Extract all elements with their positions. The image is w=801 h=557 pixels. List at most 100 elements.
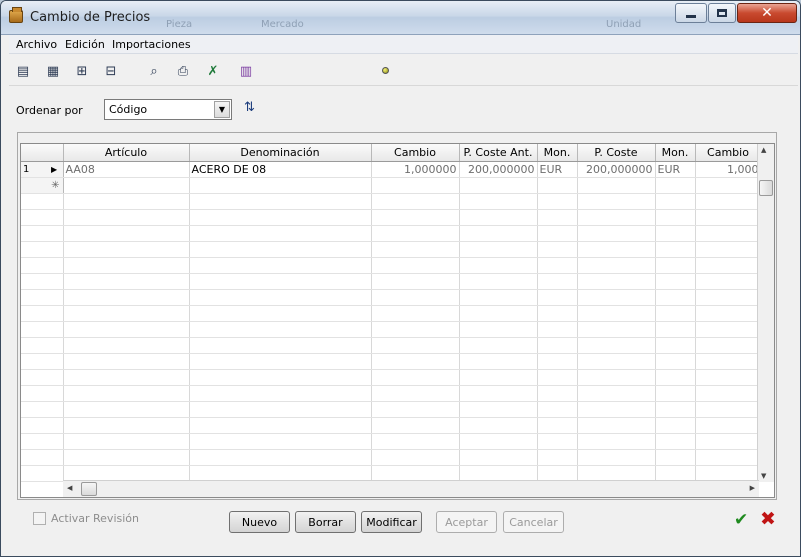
cell-mon[interactable]: EUR [655,161,696,178]
excel-export-icon[interactable]: ✗ [204,62,222,80]
table-row[interactable]: 1 ▶ AA08 ACERO DE 08 1,000000 200,000000 … [21,161,762,178]
empty-cell [537,209,578,226]
empty-cell[interactable] [459,177,538,194]
vertical-scrollbar[interactable]: ▲ ▼ [757,144,774,482]
empty-cell [189,369,372,386]
empty-cell[interactable] [537,177,578,194]
new-row[interactable]: ✳ [21,177,762,194]
empty-cell [459,321,538,338]
column-header[interactable]: P. Coste [577,144,656,162]
sort-select[interactable]: Código ▼ [104,99,232,120]
modificar-button[interactable]: Modificar [361,511,422,533]
empty-cell[interactable] [371,177,460,194]
new-document-icon[interactable]: ▤ [14,62,32,80]
print-preview-icon[interactable]: ⌕ [145,62,163,80]
empty-cell [189,465,372,482]
revision-checkbox[interactable] [33,512,46,525]
menu-archivo[interactable]: Archivo [16,38,57,51]
empty-row [21,369,762,386]
empty-cell[interactable] [63,177,190,194]
cell-mon-ant[interactable]: EUR [537,161,578,178]
row-header [21,321,64,338]
report-icon[interactable]: ▥ [237,62,255,80]
empty-cell [371,385,460,402]
cancelar-label: Cancelar [509,515,558,529]
empty-cell [695,417,762,434]
maximize-button[interactable] [708,3,736,23]
column-header[interactable]: Cambio [695,144,762,162]
empty-cell [695,433,762,450]
cross-icon[interactable]: ✖ [760,508,776,530]
empty-cell [63,369,190,386]
minimize-button[interactable] [675,3,707,23]
empty-cell [655,465,696,482]
empty-cell[interactable] [189,177,372,194]
cell-coste[interactable]: 200,000000 [577,161,656,178]
sort-order-icon[interactable]: ⇅ [244,100,255,115]
row-header [21,305,64,322]
column-header[interactable]: Cambio [371,144,460,162]
column-header[interactable]: Artículo [63,144,190,162]
aceptar-button[interactable]: Aceptar [436,511,497,533]
cell-articulo[interactable]: AA08 [63,161,190,178]
row-header [21,289,64,306]
row-number: 1 [23,163,30,175]
empty-cell [537,273,578,290]
empty-cell[interactable] [655,177,696,194]
cell-coste-ant[interactable]: 200,000000 [459,161,538,178]
empty-cell [189,337,372,354]
background-ghost-text: Mercado [261,19,304,30]
prices-grid[interactable]: Artículo Denominación Cambio P. Coste An… [20,143,775,498]
empty-row [21,321,762,338]
checkmark-icon[interactable]: ✔ [734,510,748,530]
empty-cell [371,225,460,242]
empty-cell [189,209,372,226]
scroll-down-icon[interactable]: ▼ [761,472,766,480]
scroll-thumb[interactable] [81,482,97,496]
row-header[interactable]: 1 ▶ [21,161,64,178]
empty-cell [695,385,762,402]
empty-row [21,465,762,482]
cell-cambio-2[interactable]: 1,000 [695,161,762,178]
empty-cell [577,449,656,466]
tree-view-icon[interactable]: ⊞ [73,62,91,80]
row-header [21,337,64,354]
empty-cell [189,273,372,290]
cell-denominacion[interactable]: ACERO DE 08 [189,161,372,178]
revision-label: Activar Revisión [51,512,139,525]
new-row-icon: ✳ [21,177,64,194]
scroll-up-icon[interactable]: ▲ [761,146,766,154]
cancelar-button[interactable]: Cancelar [503,511,564,533]
empty-cell[interactable] [695,177,762,194]
scroll-thumb[interactable] [759,180,773,196]
borrar-button[interactable]: Borrar [295,511,356,533]
scroll-left-icon[interactable]: ◀ [67,484,72,492]
grid-table-icon[interactable]: ▦ [44,62,62,80]
empty-cell [537,257,578,274]
empty-cell [189,401,372,418]
column-header[interactable]: P. Coste Ant. [459,144,538,162]
empty-cell [63,209,190,226]
hierarchy-icon[interactable]: ⊟ [102,62,120,80]
empty-cell [63,225,190,242]
grid-panel: Artículo Denominación Cambio P. Coste An… [17,132,777,500]
column-header[interactable]: Mon. [537,144,578,162]
horizontal-scrollbar[interactable]: ◀ ▶ [63,480,759,497]
chevron-down-icon[interactable]: ▼ [214,101,230,118]
empty-cell [695,209,762,226]
empty-row [21,353,762,370]
empty-cell [371,241,460,258]
print-icon[interactable]: ⎙ [174,62,192,80]
column-header[interactable]: Denominación [189,144,372,162]
empty-cell[interactable] [577,177,656,194]
empty-cell [63,289,190,306]
close-button[interactable]: ✕ [737,3,797,23]
empty-cell [537,241,578,258]
nuevo-button[interactable]: Nuevo [229,511,290,533]
scroll-right-icon[interactable]: ▶ [750,484,755,492]
row-header [21,193,64,210]
cell-cambio[interactable]: 1,000000 [371,161,460,178]
menu-edicion[interactable]: Edición [65,38,105,51]
menu-importaciones[interactable]: Importaciones [112,38,191,51]
column-header[interactable]: Mon. [655,144,696,162]
